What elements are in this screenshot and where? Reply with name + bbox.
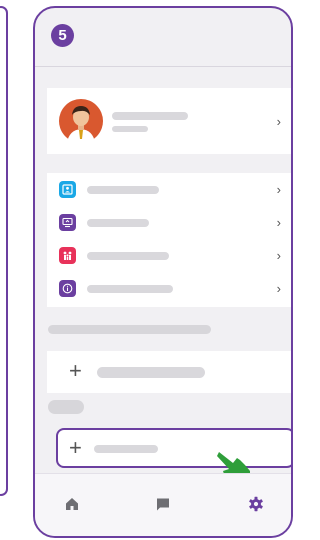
menu-label-placeholder (87, 252, 169, 260)
menu-label-placeholder (87, 219, 149, 227)
avatar (59, 99, 103, 143)
chevron-right-icon: › (276, 248, 281, 263)
add-label-placeholder (97, 367, 205, 378)
menu-label-placeholder (87, 186, 159, 194)
chat-icon (157, 498, 169, 511)
chevron-right-icon: › (276, 114, 281, 129)
menu-item-screen[interactable]: › (47, 206, 291, 239)
menu-label-placeholder (87, 285, 173, 293)
tab-bar (35, 473, 291, 536)
add-item-row[interactable]: + (47, 351, 291, 393)
menu-card: › › › › (47, 173, 291, 307)
settings-icon (249, 496, 263, 512)
add-item-highlighted[interactable]: + (56, 428, 291, 468)
header-divider (35, 66, 291, 67)
tab-home[interactable] (60, 492, 84, 516)
contact-card-icon (59, 181, 76, 198)
tab-chat[interactable] (151, 492, 175, 516)
tab-settings[interactable] (244, 492, 268, 516)
menu-item-info[interactable]: › (47, 272, 291, 305)
phone-frame: 5 › › › › › + + (33, 6, 293, 538)
menu-item-contacts[interactable]: › (47, 173, 291, 206)
section-header-placeholder (48, 400, 84, 414)
family-icon (59, 247, 76, 264)
section-header-placeholder (48, 325, 211, 334)
screen-share-icon (59, 214, 76, 231)
profile-name-placeholder (112, 112, 188, 120)
plus-icon: + (69, 435, 82, 460)
info-icon (59, 280, 76, 297)
profile-card[interactable]: › (47, 88, 291, 154)
profile-detail-placeholder (112, 126, 148, 132)
chevron-right-icon: › (276, 281, 281, 296)
step-badge: 5 (51, 24, 74, 47)
previous-screen-edge (0, 6, 8, 496)
add-label-placeholder (94, 445, 158, 453)
home-icon (66, 498, 78, 510)
menu-item-family[interactable]: › (47, 239, 291, 272)
plus-icon: + (69, 358, 82, 383)
chevron-right-icon: › (276, 215, 281, 230)
chevron-right-icon: › (276, 182, 281, 197)
